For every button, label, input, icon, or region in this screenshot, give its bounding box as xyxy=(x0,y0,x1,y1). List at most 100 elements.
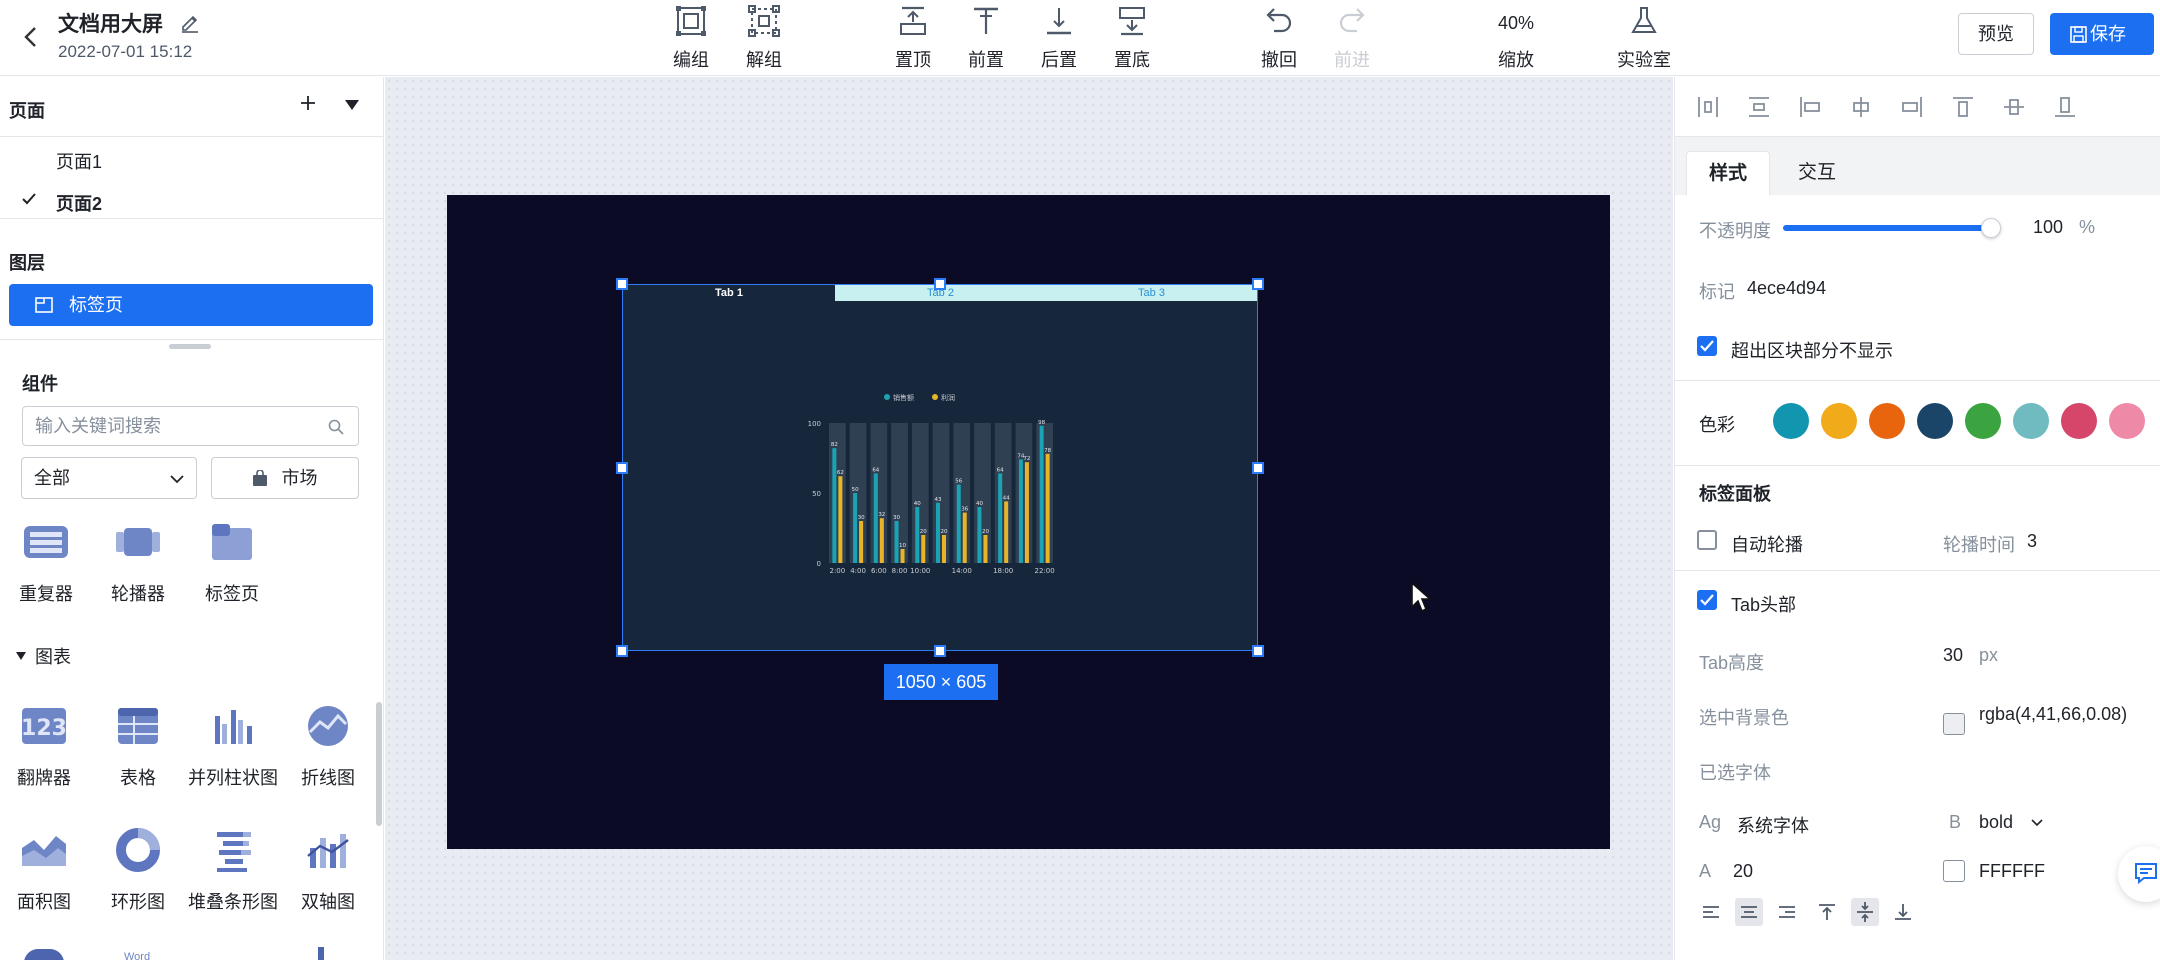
opacity-value[interactable]: 100 xyxy=(2033,217,2063,238)
autoplay-label: 自动轮播 xyxy=(1731,535,1803,555)
charts-section-title[interactable]: 图表 xyxy=(35,643,71,669)
text-align-center-icon[interactable] xyxy=(1735,898,1763,926)
tab-header-checkbox[interactable] xyxy=(1697,590,1717,610)
ungroup-button[interactable]: 解组 xyxy=(726,4,802,72)
color-swatch[interactable] xyxy=(1773,403,1809,439)
bar-background xyxy=(1015,423,1033,563)
tab-height-value[interactable]: 30 xyxy=(1943,645,1963,666)
resize-handle-top-right[interactable] xyxy=(1252,278,1264,290)
bring-to-top-button[interactable]: 置顶 xyxy=(875,4,951,72)
component-repeater[interactable]: 重复器 xyxy=(0,518,94,606)
align-top-icon[interactable] xyxy=(1951,95,1975,119)
bar xyxy=(853,493,858,563)
component-area-chart[interactable]: 面积图 xyxy=(0,826,92,914)
resize-handle-top[interactable] xyxy=(934,278,946,290)
collapse-pages-icon[interactable] xyxy=(344,98,360,110)
distribute-vertical-icon[interactable] xyxy=(1747,95,1771,119)
resize-handle-left[interactable] xyxy=(616,462,628,474)
tab-interaction[interactable]: 交互 xyxy=(1775,151,1859,195)
color-swatch[interactable] xyxy=(1821,403,1857,439)
undo-button[interactable]: 撤回 xyxy=(1241,4,1317,72)
tab-3[interactable]: Tab 3 xyxy=(1046,285,1257,301)
interval-value[interactable]: 3 xyxy=(2027,531,2037,552)
bar-value-label: 72 xyxy=(1023,456,1030,462)
align-middle-icon[interactable] xyxy=(2002,95,2026,119)
bar xyxy=(956,484,961,563)
add-page-icon[interactable] xyxy=(298,93,318,113)
resize-handle-bottom-right[interactable] xyxy=(1252,645,1264,657)
component-table[interactable]: 表格 xyxy=(90,702,186,790)
page-item-2[interactable]: 页面2 xyxy=(56,190,102,216)
opacity-slider[interactable] xyxy=(1783,225,1995,231)
back-arrow-icon[interactable] xyxy=(16,22,46,52)
component-dual-axis[interactable]: 双轴图 xyxy=(280,826,376,914)
color-swatch[interactable] xyxy=(1917,403,1953,439)
align-center-horizontal-icon[interactable] xyxy=(1849,95,1873,119)
send-backward-button[interactable]: 后置 xyxy=(1021,4,1097,72)
vertical-align-bottom-icon[interactable] xyxy=(1889,898,1917,926)
color-swatch[interactable] xyxy=(2013,403,2049,439)
align-bottom-icon[interactable] xyxy=(2053,95,2077,119)
preview-button[interactable]: 预览 xyxy=(1958,13,2034,55)
component-stacked-bar[interactable]: 堆叠条形图 xyxy=(185,826,281,914)
caret-down-icon[interactable] xyxy=(15,648,27,660)
tab-style[interactable]: 样式 xyxy=(1686,151,1770,195)
color-swatch[interactable] xyxy=(2109,403,2145,439)
layer-item-tabs[interactable]: 标签页 xyxy=(9,284,373,326)
tabs-component[interactable]: Tab 1 Tab 2 Tab 3 销售额 利润 0 50 100 82 62 50 30 64 3… xyxy=(622,284,1258,651)
group-button[interactable]: 编组 xyxy=(653,4,729,72)
component-line-chart[interactable]: 折线图 xyxy=(280,702,376,790)
resize-handle-top-left[interactable] xyxy=(616,278,628,290)
market-button[interactable]: 市场 xyxy=(211,457,359,499)
resize-handle-bottom[interactable] xyxy=(934,645,946,657)
save-button[interactable]: 保存 xyxy=(2050,13,2154,55)
font-color-swatch[interactable] xyxy=(1943,860,1965,882)
color-swatch[interactable] xyxy=(1869,403,1905,439)
page-item-1[interactable]: 页面1 xyxy=(56,148,102,174)
vertical-align-middle-icon[interactable] xyxy=(1851,898,1879,926)
flip-counter-icon: 123 xyxy=(21,708,67,744)
selected-bg-value[interactable]: rgba(4,41,66,0.08) xyxy=(1979,704,2127,725)
color-swatch[interactable] xyxy=(1965,403,2001,439)
autoplay-checkbox[interactable] xyxy=(1697,530,1717,550)
distribute-horizontal-icon[interactable] xyxy=(1696,95,1720,119)
component-search-input[interactable]: 输入关键词搜索 xyxy=(22,406,359,446)
bar xyxy=(1004,501,1009,563)
text-align-left-icon[interactable] xyxy=(1697,898,1725,926)
category-select[interactable]: 全部 xyxy=(21,457,197,499)
zoom-control[interactable]: 40% 缩放 xyxy=(1478,4,1554,72)
bar-value-label: 40 xyxy=(976,501,983,507)
component-flip-counter[interactable]: 123 翻牌器 xyxy=(0,702,92,790)
component-donut-chart[interactable]: 环形图 xyxy=(90,826,186,914)
left-panel-scrollbar[interactable] xyxy=(376,702,382,826)
stacked-bar-icon xyxy=(217,832,251,872)
component-tabs[interactable]: 标签页 xyxy=(184,518,280,606)
panel-resize-grip[interactable] xyxy=(169,344,211,349)
resize-handle-right[interactable] xyxy=(1252,462,1264,474)
color-swatch[interactable] xyxy=(2061,403,2097,439)
overflow-hidden-checkbox[interactable] xyxy=(1697,336,1717,356)
resize-handle-bottom-left[interactable] xyxy=(616,645,628,657)
chevron-down-icon[interactable] xyxy=(2031,819,2043,827)
align-left-icon[interactable] xyxy=(1798,95,1822,119)
font-family-value[interactable]: 系统字体 xyxy=(1737,812,1809,838)
x-tick-label: 6:00 xyxy=(871,567,887,575)
tab-1[interactable]: Tab 1 xyxy=(623,285,835,301)
font-size-value[interactable]: 20 xyxy=(1733,861,1753,882)
text-align-right-icon[interactable] xyxy=(1773,898,1801,926)
send-to-bottom-button[interactable]: 置底 xyxy=(1094,4,1170,72)
component-grouped-bar[interactable]: 并列柱状图 xyxy=(185,702,281,790)
vertical-align-top-icon[interactable] xyxy=(1813,898,1841,926)
component-carousel[interactable]: 轮播器 xyxy=(90,518,186,606)
redo-button[interactable]: 前进 xyxy=(1314,4,1390,72)
lab-button[interactable]: 实验室 xyxy=(1606,4,1682,72)
align-right-icon[interactable] xyxy=(1900,95,1924,119)
font-weight-value[interactable]: bold xyxy=(1979,812,2013,833)
edit-pencil-icon[interactable] xyxy=(178,10,202,34)
bar xyxy=(838,476,843,563)
selected-bg-swatch[interactable] xyxy=(1943,713,1965,735)
opacity-slider-handle[interactable] xyxy=(1981,218,2001,238)
font-color-value[interactable]: FFFFFF xyxy=(1979,861,2045,882)
bar-value-label: 44 xyxy=(1003,495,1010,501)
bring-forward-button[interactable]: 前置 xyxy=(948,4,1024,72)
